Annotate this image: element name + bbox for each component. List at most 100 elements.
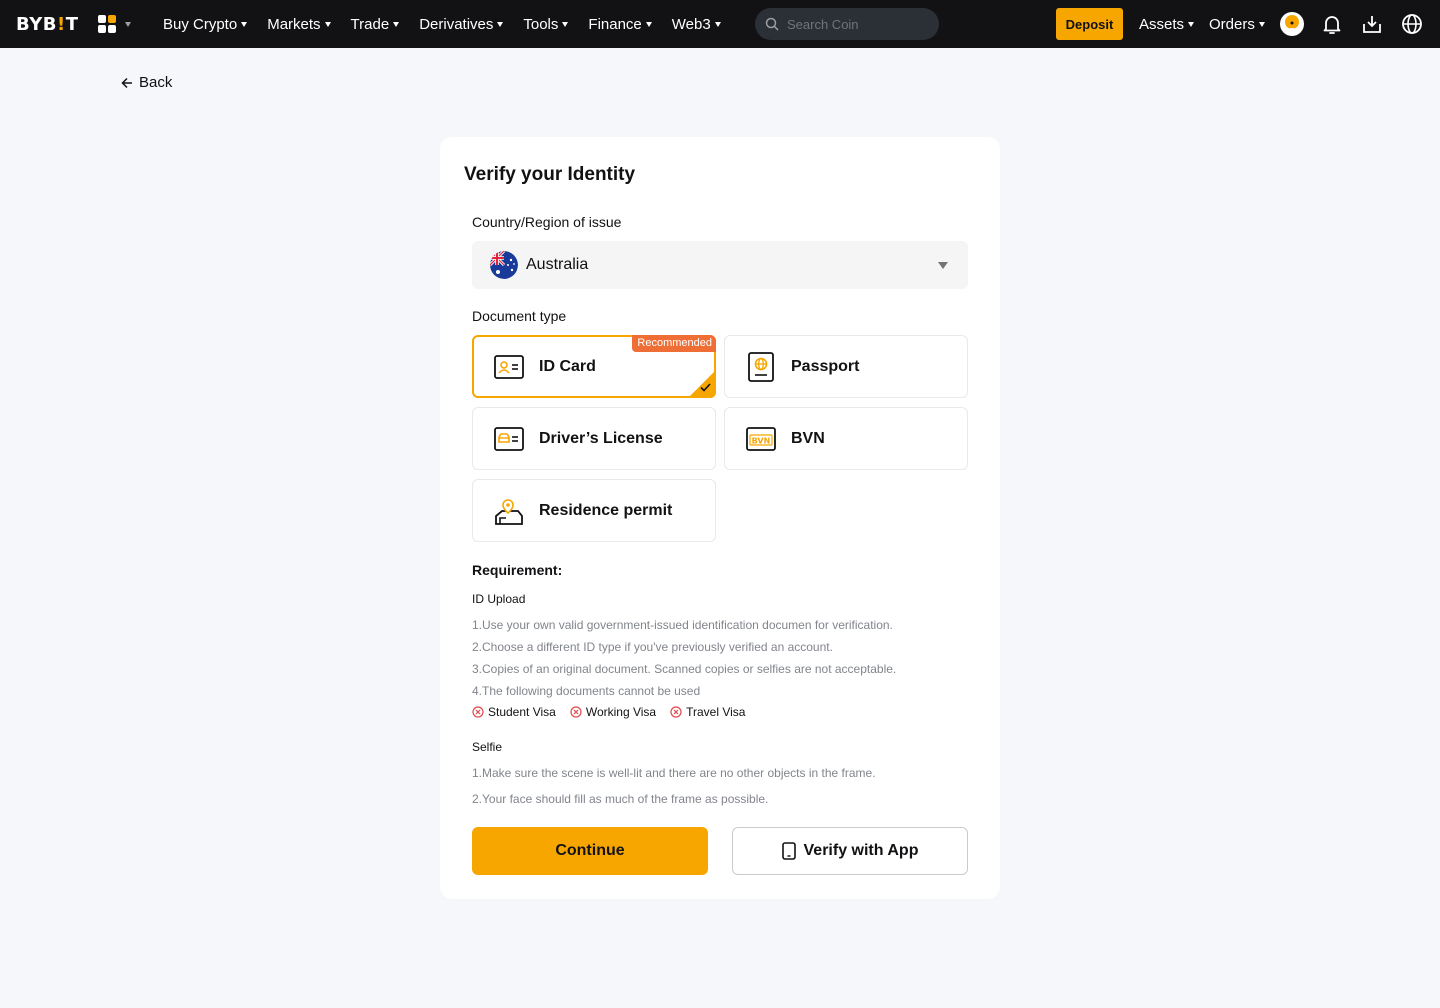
id-card-icon — [493, 351, 525, 383]
verify-with-app-label: Verify with App — [803, 842, 919, 859]
avatar-icon — [1280, 12, 1304, 36]
requirement-title: Requirement: — [472, 562, 563, 578]
doc-option-label: ID Card — [539, 357, 596, 375]
doc-option-passport[interactable]: Passport — [724, 335, 968, 398]
chevron-down-icon — [1258, 21, 1265, 27]
arrow-left-icon — [121, 77, 132, 88]
nav-finance[interactable]: Finance — [588, 15, 652, 33]
nav-label: Assets — [1139, 15, 1185, 33]
chevron-down-icon — [1188, 21, 1195, 27]
cross-circle-icon — [670, 706, 682, 718]
excluded-label: Travel Visa — [686, 705, 746, 719]
nav-label: Derivatives — [419, 15, 494, 33]
chevron-down-icon — [562, 21, 569, 27]
checkmark-icon — [700, 383, 711, 392]
chevron-down-icon — [497, 21, 504, 27]
page-title: Verify your Identity — [464, 164, 636, 185]
excluded-item: Student Visa — [472, 705, 556, 719]
excluded-label: Student Visa — [488, 705, 556, 719]
bvn-icon: BVN — [745, 423, 777, 455]
excluded-label: Working Visa — [585, 705, 657, 719]
recommended-badge: Recommended — [632, 335, 716, 352]
passport-icon — [745, 351, 777, 383]
logo-text-right: T — [65, 14, 79, 35]
selfie-requirement-line: 2.Your face should fill as much of the f… — [472, 792, 769, 806]
chevron-down-icon — [324, 21, 331, 27]
logo-text-bang: ! — [57, 14, 66, 35]
avatar[interactable] — [1280, 12, 1304, 36]
nav-label: Orders — [1209, 15, 1255, 33]
notifications-button[interactable] — [1320, 12, 1344, 36]
selfie-requirement-line: 1.Make sure the scene is well-lit and th… — [472, 766, 876, 780]
apps-grid-menu[interactable] — [97, 14, 131, 34]
apps-grid-icon — [98, 15, 116, 33]
excluded-documents: Student Visa Working Visa Travel Visa — [472, 705, 745, 719]
bybit-logo[interactable]: BYB! T — [16, 14, 79, 35]
id-requirement-line: 4.The following documents cannot be used — [472, 684, 701, 698]
selfie-title: Selfie — [472, 740, 503, 754]
back-label: Back — [139, 74, 173, 91]
id-requirement-line: 1.Use your own valid government-issued i… — [472, 618, 893, 632]
nav-derivatives[interactable]: Derivatives — [419, 15, 504, 33]
country-label: Country/Region of issue — [472, 214, 622, 230]
globe-icon — [1402, 14, 1422, 34]
chevron-down-icon — [393, 21, 400, 27]
nav-assets[interactable]: Assets — [1139, 0, 1195, 48]
nav-label: Web3 — [671, 15, 711, 33]
deposit-button[interactable]: Deposit — [1056, 8, 1123, 40]
cross-circle-icon — [472, 706, 484, 718]
doc-option-label: Driver’s License — [539, 429, 663, 447]
chevron-down-icon — [241, 21, 248, 27]
nav-web3[interactable]: Web3 — [672, 16, 721, 33]
chevron-down-icon — [645, 21, 652, 27]
nav-label: Finance — [588, 15, 642, 33]
doc-option-bvn[interactable]: BVN BVN — [724, 407, 968, 470]
nav-buy-crypto[interactable]: Buy Crypto — [163, 15, 248, 33]
nav-label: Trade — [350, 15, 390, 33]
doc-option-label: Residence permit — [539, 501, 673, 519]
drivers-license-icon — [493, 423, 525, 455]
language-button[interactable] — [1400, 12, 1424, 36]
residence-permit-icon — [493, 495, 525, 527]
search-icon — [765, 17, 779, 31]
svg-text:BVN: BVN — [752, 436, 771, 445]
doc-option-label: Passport — [791, 357, 860, 375]
verify-identity-card: Verify your Identity Country/Region of i… — [440, 137, 1000, 899]
search-input[interactable] — [787, 16, 927, 32]
caret-down-icon — [938, 262, 948, 269]
top-navbar: BYB! T Buy Crypto Markets Trade Derivativ… — [0, 0, 1440, 48]
id-requirement-line: 2.Choose a different ID type if you've p… — [472, 640, 833, 654]
logo-text-left: BYB — [16, 14, 57, 35]
nav-label: Buy Crypto — [163, 15, 238, 33]
back-link[interactable]: Back — [121, 74, 172, 91]
continue-button[interactable]: Continue — [472, 827, 708, 875]
nav-label: Markets — [267, 15, 321, 33]
main-nav: Buy Crypto Markets Trade Derivatives Too… — [163, 0, 741, 48]
id-requirement-line: 3.Copies of an original document. Scanne… — [472, 662, 897, 676]
country-value: Australia — [526, 256, 589, 273]
id-upload-title: ID Upload — [472, 592, 526, 606]
download-icon — [1363, 16, 1381, 33]
document-type-label: Document type — [472, 308, 567, 324]
doc-option-id-card[interactable]: ID Card Recommended — [472, 335, 716, 398]
nav-markets[interactable]: Markets — [267, 15, 331, 33]
nav-orders[interactable]: Orders — [1209, 0, 1265, 48]
download-button[interactable] — [1360, 12, 1384, 36]
doc-option-drivers-license[interactable]: Driver’s License — [472, 407, 716, 470]
australia-flag-icon — [490, 251, 518, 279]
verify-with-app-button[interactable]: Verify with App — [732, 827, 968, 875]
phone-icon — [781, 842, 796, 860]
chevron-down-icon — [125, 21, 131, 27]
nav-label: Tools — [523, 15, 559, 33]
cross-circle-icon — [570, 706, 582, 718]
nav-tools[interactable]: Tools — [523, 15, 569, 33]
chevron-down-icon — [714, 21, 721, 27]
doc-option-label: BVN — [791, 429, 825, 447]
excluded-item: Working Visa — [570, 705, 656, 719]
excluded-item: Travel Visa — [670, 705, 745, 719]
search-box[interactable] — [755, 8, 939, 40]
doc-option-residence-permit[interactable]: Residence permit — [472, 479, 716, 542]
bell-icon — [1323, 16, 1341, 34]
country-select[interactable]: Australia — [472, 241, 968, 289]
nav-trade[interactable]: Trade — [351, 16, 400, 33]
